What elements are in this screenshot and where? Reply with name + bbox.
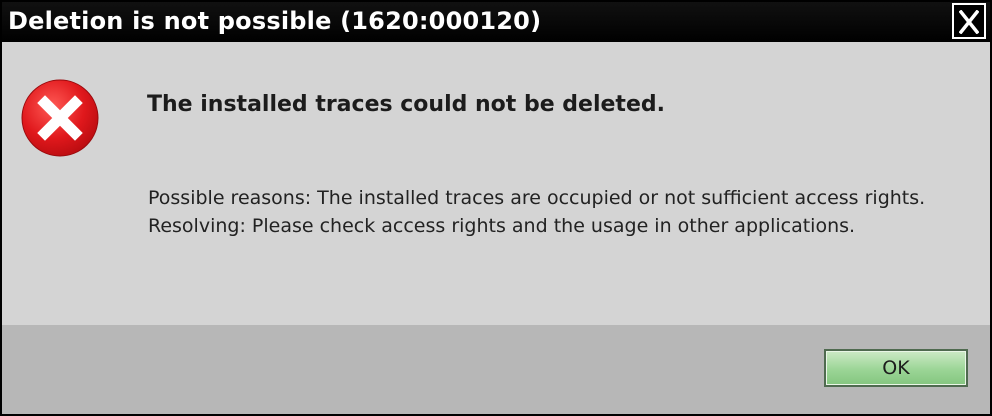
error-icon [21,79,99,157]
error-heading: The installed traces could not be delete… [147,92,665,117]
close-icon [959,10,979,34]
dialog-content: The installed traces could not be delete… [2,42,990,325]
title-bar[interactable]: Deletion is not possible (1620:000120) [2,2,990,42]
ok-button[interactable]: OK [824,349,968,387]
dialog-title: Deletion is not possible (1620:000120) [8,7,542,35]
possible-reasons-text: Possible reasons: The installed traces a… [148,187,926,209]
error-dialog: Deletion is not possible (1620:000120) T… [0,0,992,416]
close-button[interactable] [952,3,986,39]
dialog-footer: OK [2,325,990,414]
resolving-text: Resolving: Please check access rights an… [148,215,856,237]
error-details: Possible reasons: The installed traces a… [148,184,974,240]
